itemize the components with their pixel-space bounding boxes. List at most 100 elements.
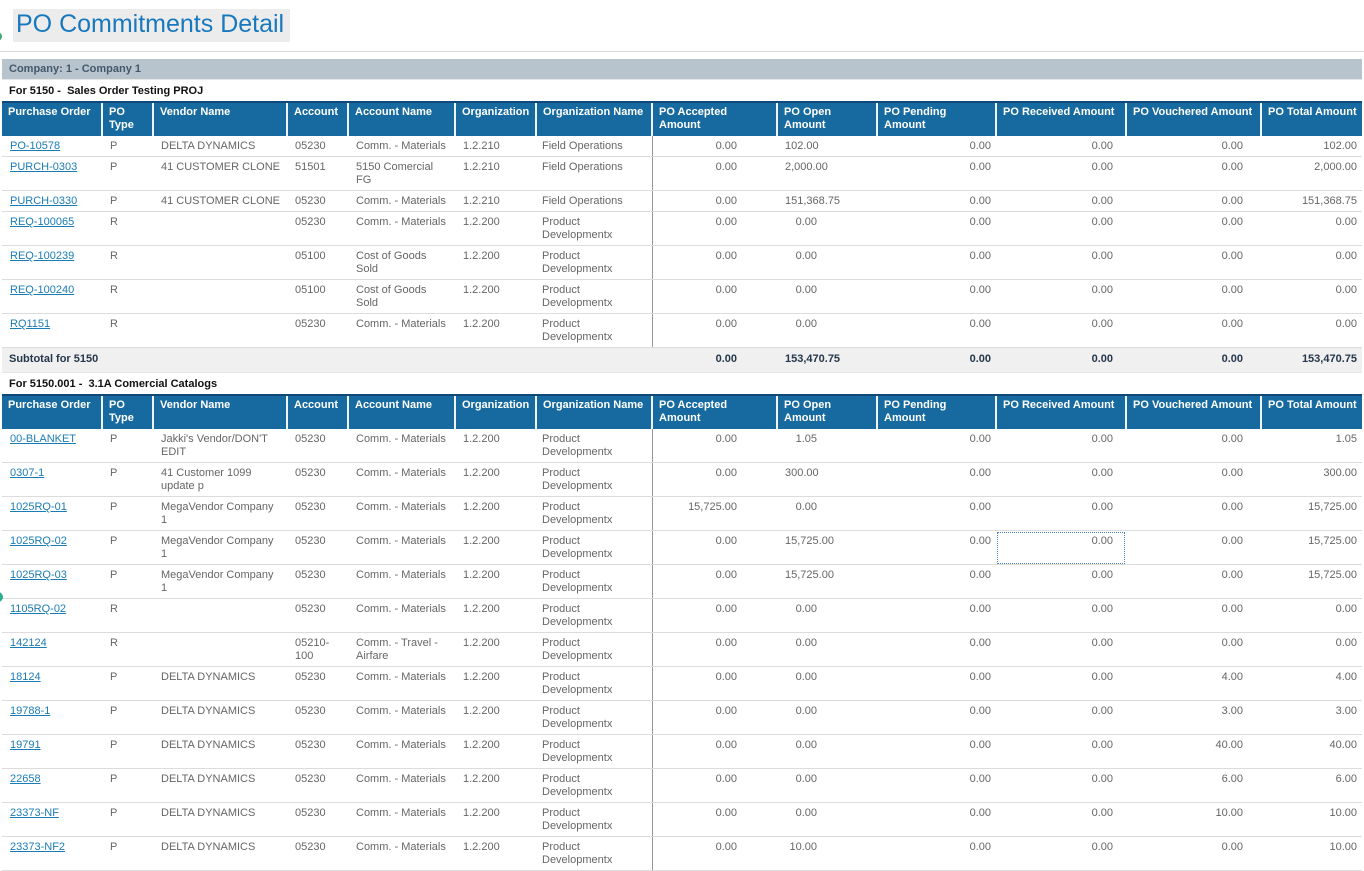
company-label: Company: 1 - Company 1 [9,63,141,75]
amount-cell: 0.00 [1126,136,1261,157]
amount-cell: 0.00 [1261,599,1362,633]
po-link[interactable]: 22658 [10,773,41,785]
po-link[interactable]: 23373-NF2 [10,841,65,853]
account-name-cell: Comm. - Materials [348,429,455,463]
amount-cell: 0.00 [877,803,996,837]
amount-cell: 0.00 [652,212,777,246]
account-name-cell: Comm. - Materials [348,136,455,157]
account-cell: 05230 [287,531,348,565]
po-type-cell: P [102,769,153,803]
table-row: 23373-NFPDELTA DYNAMICS05230Comm. - Mate… [2,803,1362,837]
vendor-name-cell: DELTA DYNAMICS [153,735,287,769]
table-row: PURCH-0330P41 CUSTOMER CLONE05230Comm. -… [2,191,1362,212]
amount-cell: 0.00 [777,803,877,837]
po-link[interactable]: 19791 [10,739,41,751]
po-link[interactable]: 1025RQ-02 [10,535,67,547]
po-link[interactable]: 142124 [10,637,47,649]
organization-name-cell: Product Developmentx [536,633,652,667]
po-link[interactable]: REQ-100239 [10,250,74,262]
organization-name-cell: Product Developmentx [536,599,652,633]
organization-cell: 1.2.200 [455,429,536,463]
account-cell: 05230 [287,701,348,735]
po-cell: REQ-100240 [2,280,102,314]
amount-cell: 102.00 [777,136,877,157]
table-row: 18124PDELTA DYNAMICS05230Comm. - Materia… [2,667,1362,701]
po-cell: 18124 [2,667,102,701]
po-link[interactable]: 19788-1 [10,705,50,717]
amount-cell: 0.00 [996,463,1126,497]
organization-name-cell: Product Developmentx [536,531,652,565]
account-cell: 05230 [287,497,348,531]
vendor-name-cell [153,280,287,314]
focused-amount-cell[interactable]: 0.00 [996,531,1126,565]
po-link[interactable]: 1025RQ-01 [10,501,67,513]
table-row: 19788-1PDELTA DYNAMICS05230Comm. - Mater… [2,701,1362,735]
po-link[interactable]: PURCH-0330 [10,195,77,207]
subtotal-amount: 0.00 [996,348,1126,373]
column-header-po-open-amount: PO Open Amount [777,395,877,429]
po-link[interactable]: RQ1151 [10,318,50,330]
amount-cell: 0.00 [652,769,777,803]
account-cell: 05230 [287,735,348,769]
organization-cell: 1.2.200 [455,314,536,348]
column-header-po-total-amount: PO Total Amount [1261,395,1362,429]
column-header-po-vouchered-amount: PO Vouchered Amount [1126,102,1261,136]
vendor-name-cell [153,212,287,246]
account-cell: 05230 [287,599,348,633]
table-row: 00-BLANKETPJakki's Vendor/DON'T EDIT0523… [2,429,1362,463]
amount-cell: 0.00 [877,565,996,599]
po-link[interactable]: 1025RQ-03 [10,569,67,581]
account-name-cell: Comm. - Materials [348,837,455,871]
po-link[interactable]: REQ-100065 [10,216,74,228]
po-type-cell: P [102,429,153,463]
amount-cell: 3.00 [1261,701,1362,735]
account-cell: 05230 [287,191,348,212]
po-link[interactable]: REQ-100240 [10,284,74,296]
amount-cell: 0.00 [1126,565,1261,599]
amount-cell: 0.00 [777,769,877,803]
organization-cell: 1.2.210 [455,136,536,157]
report-body: For 5150 - Sales Order Testing PROJPurch… [0,79,1364,871]
amount-cell: 0.00 [1126,531,1261,565]
amount-cell: 0.00 [777,735,877,769]
organization-cell: 1.2.200 [455,246,536,280]
organization-name-cell: Product Developmentx [536,735,652,769]
po-link[interactable]: 23373-NF [10,807,59,819]
amount-cell: 0.00 [877,191,996,212]
amount-cell: 0.00 [1126,599,1261,633]
subtotal-amount: 153,470.75 [1261,348,1362,373]
organization-name-cell: Product Developmentx [536,463,652,497]
account-name-cell: Comm. - Materials [348,735,455,769]
amount-cell: 151,368.75 [1261,191,1362,212]
vendor-name-cell: 41 CUSTOMER CLONE [153,191,287,212]
po-link[interactable]: 18124 [10,671,41,683]
column-header-po-accepted-amount: PO Accepted Amount [652,102,777,136]
po-link[interactable]: 00-BLANKET [10,433,76,445]
amount-cell: 0.00 [652,735,777,769]
column-header-account: Account [287,102,348,136]
amount-cell: 0.00 [877,667,996,701]
po-type-cell: P [102,191,153,212]
organization-cell: 1.2.200 [455,565,536,599]
organization-name-cell: Product Developmentx [536,803,652,837]
column-header-po-pending-amount: PO Pending Amount [877,102,996,136]
amount-cell: 0.00 [652,803,777,837]
po-link[interactable]: 0307-1 [10,467,44,479]
amount-cell: 0.00 [1261,314,1362,348]
amount-cell: 0.00 [996,429,1126,463]
amount-cell: 0.00 [1261,246,1362,280]
po-link[interactable]: PO-10578 [10,140,60,152]
account-cell: 05230 [287,463,348,497]
subtotal-label: Subtotal for 5150 [2,348,652,373]
amount-cell: 0.00 [777,633,877,667]
po-cell: 23373-NF2 [2,837,102,871]
account-cell: 51501 [287,157,348,191]
po-link[interactable]: 1105RQ-02 [10,603,66,615]
subtotal-amount: 0.00 [877,348,996,373]
po-link[interactable]: PURCH-0303 [10,161,77,173]
amount-cell: 1.05 [1261,429,1362,463]
section-heading: For 5150 - Sales Order Testing PROJ [2,79,1362,101]
vendor-name-cell: DELTA DYNAMICS [153,136,287,157]
amount-cell: 0.00 [652,157,777,191]
account-name-cell: Comm. - Materials [348,314,455,348]
